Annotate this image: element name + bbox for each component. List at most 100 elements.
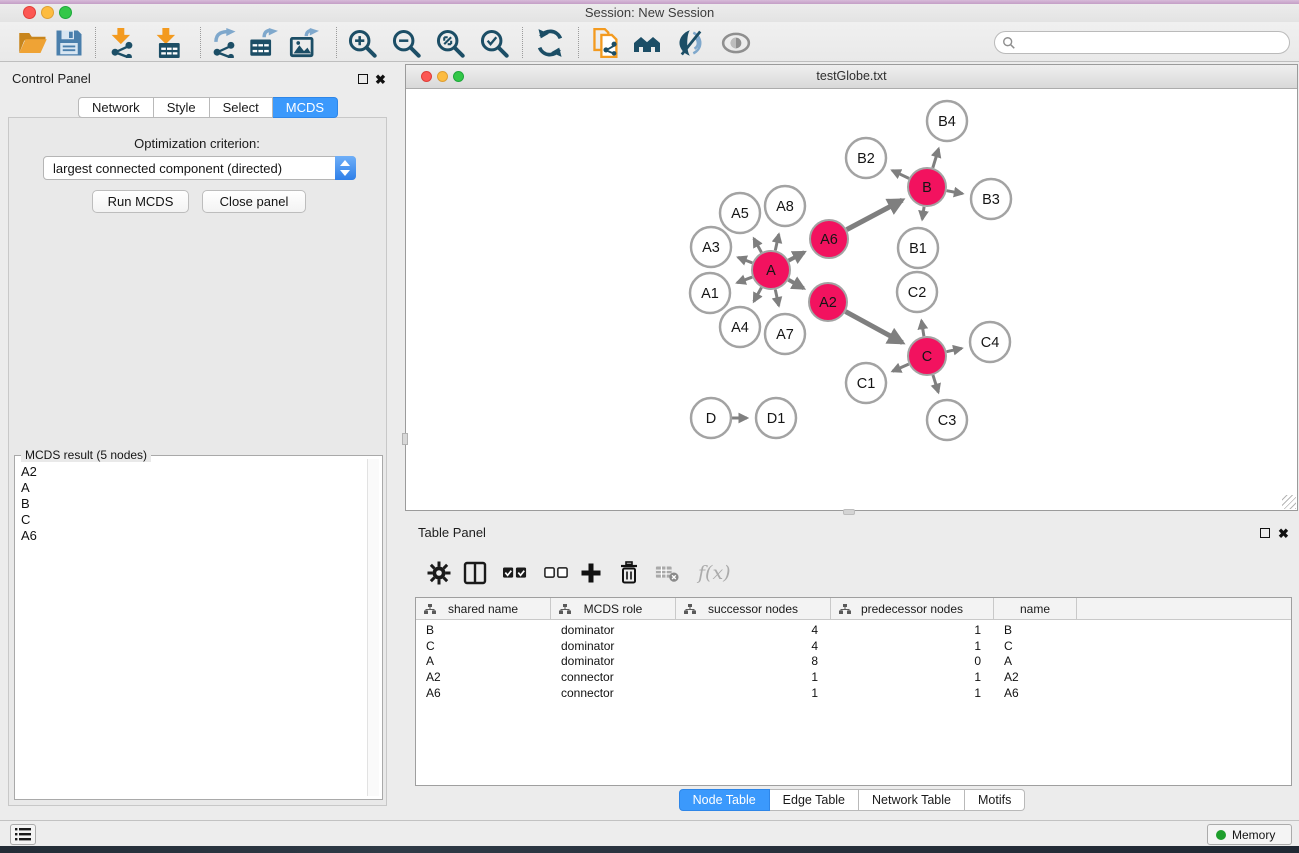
graph-node-B2[interactable]: B2 — [846, 138, 886, 178]
column-header-successor-nodes[interactable]: successor nodes — [676, 598, 831, 620]
graph-edge-A-A7[interactable] — [775, 290, 779, 306]
graph-edge-A-A1[interactable] — [737, 277, 752, 283]
result-item-a[interactable]: A — [18, 480, 366, 496]
graph-node-A2[interactable]: A2 — [809, 283, 847, 321]
result-item-a6[interactable]: A6 — [18, 528, 366, 544]
graph-edge-B-B3[interactable] — [947, 191, 963, 194]
tab-motifs[interactable]: Motifs — [965, 789, 1025, 811]
graph-edge-A-A8[interactable] — [775, 234, 779, 250]
delete-table-icon[interactable] — [655, 561, 679, 585]
delete-columns-icon[interactable] — [617, 561, 641, 585]
optimization-select[interactable]: largest connected component (directed) — [43, 156, 356, 180]
tab-select[interactable]: Select — [210, 97, 273, 118]
graph-node-A4[interactable]: A4 — [720, 307, 760, 347]
close-table-panel-icon[interactable]: ✖ — [1278, 528, 1289, 540]
graph-edge-A-A6[interactable] — [789, 252, 805, 260]
zoom-fit-icon[interactable] — [435, 28, 465, 58]
table-row-b[interactable]: Bdominator41B — [416, 623, 1291, 639]
column-header-predecessor-nodes[interactable]: predecessor nodes — [831, 598, 994, 620]
zoom-selected-icon[interactable] — [479, 28, 509, 58]
export-table-icon[interactable] — [248, 28, 278, 58]
column-header-shared-name[interactable]: shared name — [416, 598, 551, 620]
graph-node-C3[interactable]: C3 — [927, 400, 967, 440]
graph-edge-C-C1[interactable] — [893, 364, 909, 371]
hide-selected-icon[interactable] — [676, 28, 706, 58]
result-scrollbar[interactable] — [367, 459, 379, 796]
graph-node-A[interactable]: A — [752, 251, 790, 289]
network-canvas[interactable]: B4B2BB3A8A5A6A3B1AC2A1A2A4A7C4CC1DD1C3 — [406, 90, 1297, 510]
horizontal-splitter-handle[interactable] — [843, 509, 855, 515]
task-history-button[interactable] — [10, 824, 36, 845]
open-session-icon[interactable] — [18, 28, 48, 58]
graph-node-B1[interactable]: B1 — [898, 228, 938, 268]
graph-node-C2[interactable]: C2 — [897, 272, 937, 312]
graph-node-C[interactable]: C — [908, 337, 946, 375]
graph-edge-C-C2[interactable] — [921, 321, 923, 337]
network-graph[interactable]: B4B2BB3A8A5A6A3B1AC2A1A2A4A7C4CC1DD1C3 — [406, 90, 1297, 511]
apply-layout-icon[interactable] — [535, 28, 565, 58]
float-panel-icon[interactable] — [358, 74, 368, 84]
graph-edge-A-A3[interactable] — [738, 257, 752, 262]
graph-node-A5[interactable]: A5 — [720, 193, 760, 233]
splitter-handle[interactable] — [402, 433, 408, 445]
run-mcds-button[interactable]: Run MCDS — [92, 190, 189, 213]
table-row-c[interactable]: Cdominator41C — [416, 639, 1291, 655]
result-item-c[interactable]: C — [18, 512, 366, 528]
graph-node-D1[interactable]: D1 — [756, 398, 796, 438]
column-view-icon[interactable] — [463, 561, 487, 585]
new-network-from-selection-icon[interactable] — [591, 28, 621, 58]
function-builder-icon[interactable]: f(x) — [698, 562, 731, 584]
graph-edge-C-C3[interactable] — [933, 375, 938, 392]
zoom-in-icon[interactable] — [347, 28, 377, 58]
close-panel-button[interactable]: Close panel — [202, 190, 306, 213]
result-item-b[interactable]: B — [18, 496, 366, 512]
graph-edge-A-A4[interactable] — [754, 288, 762, 302]
mcds-result-list[interactable]: A2ABCA6 — [18, 464, 366, 796]
graph-node-B4[interactable]: B4 — [927, 101, 967, 141]
graph-edge-A2-C[interactable] — [846, 312, 903, 343]
graph-node-D[interactable]: D — [691, 398, 731, 438]
zoom-out-icon[interactable] — [391, 28, 421, 58]
first-neighbors-icon[interactable] — [632, 28, 662, 58]
search-input[interactable] — [1021, 33, 1281, 52]
table-row-a6[interactable]: A6connector11A6 — [416, 686, 1291, 702]
graph-edge-B-B1[interactable] — [922, 207, 924, 220]
float-table-panel-icon[interactable] — [1260, 528, 1270, 538]
graph-node-C4[interactable]: C4 — [970, 322, 1010, 362]
unselect-all-columns-icon[interactable] — [544, 561, 568, 585]
memory-button[interactable]: Memory — [1207, 824, 1292, 845]
graph-edge-B-B4[interactable] — [933, 149, 939, 168]
result-item-a2[interactable]: A2 — [18, 464, 366, 480]
window-resize-grip[interactable] — [1282, 495, 1296, 509]
table-row-a[interactable]: Adominator80A — [416, 654, 1291, 670]
graph-edge-C-C4[interactable] — [947, 348, 962, 351]
close-panel-icon[interactable]: ✖ — [375, 74, 386, 86]
graph-node-C1[interactable]: C1 — [846, 363, 886, 403]
column-header-name[interactable]: name — [994, 598, 1077, 620]
tab-network-table[interactable]: Network Table — [859, 789, 965, 811]
graph-node-A3[interactable]: A3 — [691, 227, 731, 267]
show-graphics-details-icon[interactable] — [721, 28, 751, 58]
create-column-icon[interactable] — [579, 561, 603, 585]
table-options-icon[interactable] — [427, 561, 451, 585]
search-field[interactable] — [994, 31, 1290, 54]
graph-edge-B-B2[interactable] — [892, 170, 909, 178]
graph-edge-A6-B[interactable] — [847, 200, 903, 230]
network-window-titlebar[interactable]: testGlobe.txt — [406, 65, 1297, 89]
node-table[interactable]: shared nameMCDS rolesuccessor nodesprede… — [415, 597, 1292, 786]
table-row-a2[interactable]: A2connector11A2 — [416, 670, 1291, 686]
graph-node-B[interactable]: B — [908, 168, 946, 206]
import-network-icon[interactable] — [107, 28, 137, 58]
tab-edge-table[interactable]: Edge Table — [770, 789, 859, 811]
graph-node-A1[interactable]: A1 — [690, 273, 730, 313]
tab-style[interactable]: Style — [154, 97, 210, 118]
graph-edge-A-A2[interactable] — [788, 280, 803, 289]
tab-network[interactable]: Network — [78, 97, 154, 118]
tab-mcds[interactable]: MCDS — [273, 97, 338, 118]
graph-node-A7[interactable]: A7 — [765, 314, 805, 354]
export-image-icon[interactable] — [289, 28, 319, 58]
select-all-columns-icon[interactable] — [503, 561, 527, 585]
import-table-icon[interactable] — [152, 28, 182, 58]
graph-node-A6[interactable]: A6 — [810, 220, 848, 258]
graph-node-B3[interactable]: B3 — [971, 179, 1011, 219]
